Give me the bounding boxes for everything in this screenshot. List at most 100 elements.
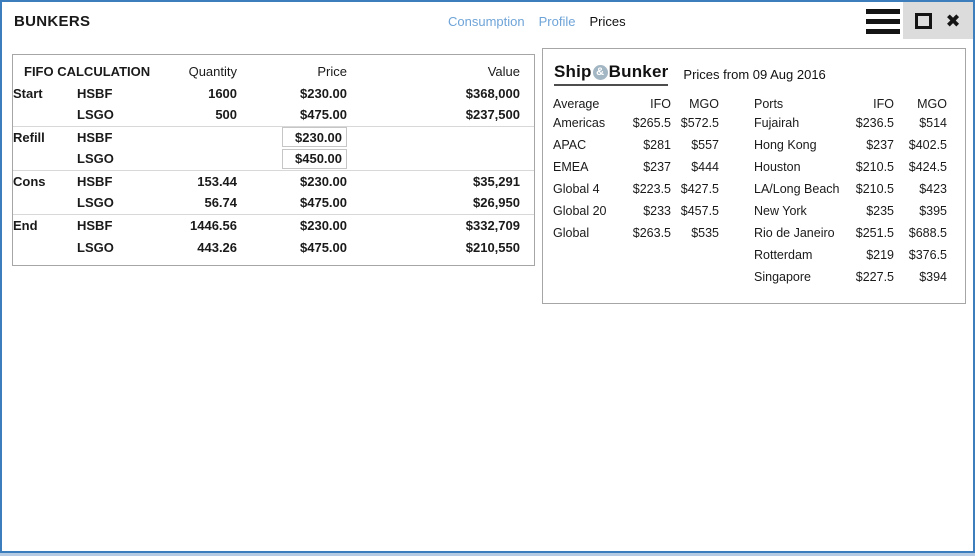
fifo-table-body: StartHSBF1600$230.00$368,000LSGO500$475.… — [13, 82, 534, 258]
ifo-price-value: $235 — [851, 200, 894, 222]
price-row: Global 4$223.5$427.5 — [553, 178, 719, 200]
column-header-ifo: IFO — [851, 95, 894, 112]
close-icon[interactable]: ✖ — [945, 13, 960, 29]
refill-price-input[interactable] — [282, 149, 347, 169]
mgo-price-value: $572.5 — [671, 112, 719, 134]
window-header: BUNKERS Consumption Profile Prices ✖ — [2, 2, 973, 42]
column-header-mgo: MGO — [671, 95, 719, 112]
fifo-price-value: $230.00 — [237, 82, 347, 104]
mgo-price-value: $402.5 — [894, 134, 947, 156]
tab-prices[interactable]: Prices — [589, 14, 625, 29]
window-controls: ✖ — [903, 2, 973, 39]
hamburger-bar — [866, 9, 900, 14]
price-row: Fujairah$236.5$514 — [754, 112, 947, 134]
ifo-price-value: $237 — [627, 156, 671, 178]
refill-price-input[interactable] — [282, 127, 347, 147]
hamburger-menu-icon[interactable] — [866, 9, 900, 34]
mgo-price-value: $423 — [894, 178, 947, 200]
fifo-section-label — [13, 148, 77, 170]
tab-bar: Consumption Profile Prices — [448, 2, 626, 40]
price-row: LA/Long Beach$210.5$423 — [754, 178, 947, 200]
fifo-value-amount: $26,950 — [347, 192, 534, 214]
fifo-row: LSGO56.74$475.00$26,950 — [13, 192, 534, 214]
mgo-price-value: $514 — [894, 112, 947, 134]
column-header-quantity: Quantity — [163, 60, 237, 82]
column-header-price: Price — [237, 60, 347, 82]
mgo-price-value: $394 — [894, 266, 947, 288]
fifo-price-value: $475.00 — [237, 236, 347, 258]
price-row-label: Rio de Janeiro — [754, 222, 851, 244]
price-row: New York$235$395 — [754, 200, 947, 222]
fifo-section-label — [13, 104, 77, 126]
fifo-section-label — [13, 236, 77, 258]
price-row: APAC$281$557 — [553, 134, 719, 156]
fifo-price-value: $230.00 — [237, 214, 347, 236]
price-row-label: Singapore — [754, 266, 851, 288]
fifo-row: RefillHSBF — [13, 126, 534, 148]
fifo-value-amount — [347, 148, 534, 170]
fifo-calculation-panel: FIFO CALCULATION Quantity Price Value St… — [12, 54, 535, 266]
fifo-row: LSGO500$475.00$237,500 — [13, 104, 534, 126]
fifo-fuel-label: HSBF — [77, 126, 163, 148]
ports-table-body: Fujairah$236.5$514Hong Kong$237$402.5Hou… — [754, 112, 947, 288]
fifo-table-title: FIFO CALCULATION — [13, 60, 163, 82]
ampersand-circle-icon: & — [593, 65, 608, 80]
fifo-value-amount: $210,550 — [347, 236, 534, 258]
price-row: Houston$210.5$424.5 — [754, 156, 947, 178]
price-row: Hong Kong$237$402.5 — [754, 134, 947, 156]
mgo-price-value: $427.5 — [671, 178, 719, 200]
tab-consumption[interactable]: Consumption — [448, 14, 525, 29]
fifo-quantity-value: 1600 — [163, 82, 237, 104]
mgo-price-value: $557 — [671, 134, 719, 156]
column-header-average: Average — [553, 95, 627, 112]
fifo-price-value: $475.00 — [237, 192, 347, 214]
ports-header-row: Ports IFO MGO — [754, 95, 947, 112]
fifo-table: FIFO CALCULATION Quantity Price Value St… — [13, 60, 534, 258]
fifo-fuel-label: LSGO — [77, 192, 163, 214]
fifo-value-amount — [347, 126, 534, 148]
fifo-fuel-label: LSGO — [77, 236, 163, 258]
hamburger-bar — [866, 19, 900, 24]
fifo-row: LSGO — [13, 148, 534, 170]
fifo-quantity-value — [163, 126, 237, 148]
ifo-price-value: $223.5 — [627, 178, 671, 200]
fifo-quantity-value: 153.44 — [163, 170, 237, 192]
fifo-fuel-label: HSBF — [77, 82, 163, 104]
prices-date-label: Prices from 09 Aug 2016 — [683, 67, 825, 82]
fifo-value-amount: $332,709 — [347, 214, 534, 236]
price-row: Rotterdam$219$376.5 — [754, 244, 947, 266]
column-header-ifo: IFO — [627, 95, 671, 112]
price-row: EMEA$237$444 — [553, 156, 719, 178]
tab-profile[interactable]: Profile — [539, 14, 576, 29]
fifo-section-label — [13, 192, 77, 214]
mgo-price-value: $395 — [894, 200, 947, 222]
price-row-label: APAC — [553, 134, 627, 156]
page-title: BUNKERS — [14, 13, 90, 30]
fifo-fuel-label: LSGO — [77, 148, 163, 170]
fifo-value-amount: $35,291 — [347, 170, 534, 192]
mgo-price-value: $688.5 — [894, 222, 947, 244]
logo-text-bunker: Bunker — [609, 62, 669, 82]
ifo-price-value: $219 — [851, 244, 894, 266]
ifo-price-value: $210.5 — [851, 178, 894, 200]
fifo-quantity-value: 443.26 — [163, 236, 237, 258]
price-row-label: Rotterdam — [754, 244, 851, 266]
price-row-label: Fujairah — [754, 112, 851, 134]
maximize-icon[interactable] — [915, 13, 932, 29]
ship-and-bunker-logo[interactable]: Ship&Bunker — [554, 62, 668, 86]
fifo-section-label: End — [13, 214, 77, 236]
price-row-label: Global 4 — [553, 178, 627, 200]
price-row: Americas$265.5$572.5 — [553, 112, 719, 134]
fifo-fuel-label: HSBF — [77, 170, 163, 192]
price-row-label: New York — [754, 200, 851, 222]
fifo-section-label: Cons — [13, 170, 77, 192]
fifo-value-amount: $368,000 — [347, 82, 534, 104]
fifo-value-amount: $237,500 — [347, 104, 534, 126]
fifo-quantity-value: 500 — [163, 104, 237, 126]
fifo-row: ConsHSBF153.44$230.00$35,291 — [13, 170, 534, 192]
mgo-price-value: $457.5 — [671, 200, 719, 222]
ifo-price-value: $227.5 — [851, 266, 894, 288]
ifo-price-value: $236.5 — [851, 112, 894, 134]
price-row-label: Houston — [754, 156, 851, 178]
prices-header-row: Ship&Bunker Prices from 09 Aug 2016 — [554, 62, 826, 86]
